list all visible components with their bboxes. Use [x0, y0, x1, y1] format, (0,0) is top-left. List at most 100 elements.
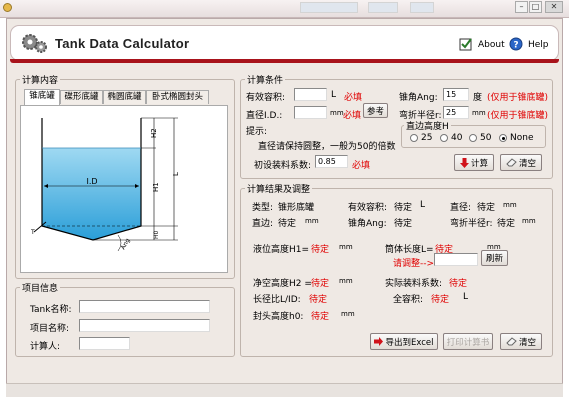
straight-result-label: 直边: — [252, 219, 274, 229]
bend-result-value: 待定 — [497, 219, 516, 229]
bend-result-unit: mm — [522, 217, 536, 225]
reference-button[interactable]: 参考 — [363, 103, 388, 118]
clear-results-label: 清空 — [518, 337, 536, 348]
about-link[interactable]: About — [478, 40, 505, 50]
shell-length-label: 筒体长度L= — [385, 245, 434, 255]
head-height-label: 封头高度h0: — [253, 312, 304, 322]
fill-factor-value: 待定 — [449, 279, 468, 289]
title-blur — [368, 2, 398, 13]
cone-angle-label: 锥角Ang: — [399, 93, 438, 103]
headspace-label: 净空高度H2 = — [253, 279, 312, 289]
title-bar: – □ ✕ — [0, 0, 569, 18]
results-legend: 计算结果及调整 — [247, 185, 311, 195]
arrow-down-icon — [459, 157, 469, 168]
svg-text:?: ? — [513, 41, 518, 51]
liquid-level-label: 液位高度H1= — [253, 245, 310, 255]
help-link[interactable]: Help — [528, 40, 549, 50]
tab-horizontal-ellipse[interactable]: 卧式椭圆封头 — [146, 90, 209, 104]
cone-result-value: 待定 — [394, 219, 413, 229]
volume-input[interactable] — [294, 88, 327, 101]
total-volume-value: 待定 — [431, 295, 450, 305]
initial-fill-input[interactable]: 0.85 — [315, 155, 348, 168]
calculator-label: 计算人: — [30, 342, 61, 352]
diagram-h1-label: H1 — [152, 182, 160, 192]
headspace-unit: mm — [339, 277, 353, 285]
clear-conditions-label: 清空 — [518, 158, 536, 169]
tab-ellipse-bottom[interactable]: 椭圆底罐 — [103, 90, 146, 104]
diameter-result-unit: mm — [503, 201, 517, 209]
diagram-l-label: L — [172, 172, 180, 176]
eraser-icon — [506, 337, 517, 346]
eraser-icon — [506, 158, 517, 167]
close-button[interactable]: ✕ — [545, 1, 563, 13]
diameter-label: 直径I.D.: — [246, 111, 283, 121]
header-accent-bar — [10, 59, 559, 63]
liquid-level-unit: mm — [339, 243, 353, 251]
clear-results-button[interactable]: 清空 — [500, 333, 542, 350]
title-blur — [410, 2, 434, 13]
cone-angle-unit: 度 — [473, 93, 483, 103]
calculate-button[interactable]: 计算 — [454, 154, 494, 171]
refresh-button[interactable]: 刷新 — [481, 250, 508, 266]
straight-result-unit: mm — [305, 217, 319, 225]
maximize-button[interactable]: □ — [529, 1, 542, 13]
type-value: 锥形底罐 — [278, 203, 315, 213]
diameter-result-value: 待定 — [477, 203, 496, 213]
bend-radius-input[interactable]: 25 — [443, 106, 469, 119]
cone-angle-note: (仅用于锥底罐) — [487, 93, 549, 103]
export-excel-button[interactable]: 导出到Excel — [370, 333, 438, 350]
eff-volume-label: 有效容积: — [348, 203, 388, 213]
tank-name-label: Tank名称: — [30, 305, 72, 315]
tank-name-input[interactable] — [79, 300, 210, 313]
app-name: Tank Data Calculator — [55, 36, 190, 51]
head-height-unit: mm — [341, 310, 355, 318]
status-bar — [6, 383, 563, 397]
ratio-label: 长径比L/ID: — [253, 295, 301, 305]
title-blur — [300, 2, 358, 13]
project-info-legend: 项目信息 — [22, 284, 59, 294]
radio-none-label: None — [510, 133, 534, 143]
diagram-h2-label: H2 — [150, 128, 158, 138]
tab-cone-bottom[interactable]: 锥底罐 — [24, 89, 60, 105]
adjust-input[interactable] — [434, 253, 478, 266]
calculate-button-label: 计算 — [470, 158, 488, 169]
about-icon[interactable] — [459, 37, 473, 51]
eff-volume-value: 待定 — [394, 203, 413, 213]
hint-title: 提示: — [246, 127, 268, 137]
help-icon[interactable]: ? — [509, 37, 523, 51]
radio-40[interactable] — [440, 134, 448, 142]
headspace-value: 待定 — [311, 279, 330, 289]
eff-volume-unit: L — [420, 200, 426, 210]
radio-40-label: 40 — [451, 133, 463, 143]
radio-50[interactable] — [469, 134, 477, 142]
head-height-value: 待定 — [311, 312, 330, 322]
diameter-unit: mm — [330, 109, 344, 117]
project-name-label: 项目名称: — [30, 324, 70, 334]
app-header: Tank Data Calculator About ? Help — [10, 25, 559, 61]
clear-conditions-button[interactable]: 清空 — [500, 154, 542, 171]
cone-result-label: 锥角Ang: — [348, 219, 387, 229]
radio-50-label: 50 — [480, 133, 492, 143]
diameter-required: 必填 — [343, 111, 362, 121]
initial-fill-label: 初设装料系数: — [254, 161, 312, 171]
adjust-prompt: 请调整--> — [393, 259, 435, 269]
bend-result-label: 弯折半径r: — [450, 219, 493, 229]
diameter-input[interactable] — [294, 106, 327, 119]
diagram-t-label: T — [30, 229, 35, 236]
radio-25[interactable] — [410, 134, 418, 142]
print-report-button[interactable]: 打印计算书 — [443, 333, 493, 350]
minimize-button[interactable]: – — [515, 1, 528, 13]
cone-angle-input[interactable]: 15 — [443, 88, 469, 101]
initial-fill-required: 必填 — [352, 161, 371, 171]
hint-text: 直径请保持圆整，一般为50的倍数 — [258, 142, 396, 152]
radio-none[interactable] — [499, 134, 507, 142]
diagram-ang-label: Ang — [120, 237, 132, 251]
project-name-input[interactable] — [79, 319, 210, 332]
app-window-icon — [3, 3, 12, 12]
calculator-input[interactable] — [79, 337, 130, 350]
fill-factor-label: 实际装料系数: — [385, 279, 443, 289]
bend-radius-unit: mm — [472, 109, 486, 117]
tank-diagram: I.D H2 H1 L H0 T Ang — [30, 117, 180, 252]
gears-icon — [22, 34, 47, 53]
tab-dish-bottom[interactable]: 碟形底罐 — [60, 90, 103, 104]
